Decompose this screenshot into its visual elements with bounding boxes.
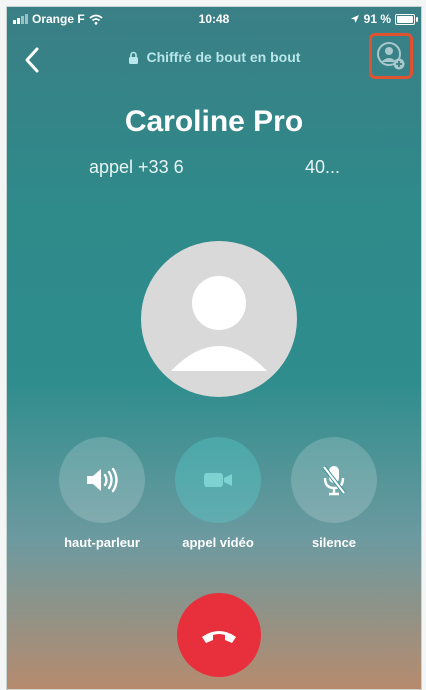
- battery-icon: [395, 13, 418, 25]
- person-placeholder-icon: [171, 276, 267, 371]
- mute-control: silence: [279, 437, 389, 550]
- call-number-prefix: appel +33 6: [89, 157, 184, 177]
- mute-button[interactable]: [291, 437, 377, 523]
- speaker-icon: [87, 467, 118, 493]
- video-control: appel vidéo: [163, 437, 273, 550]
- call-number-suffix: 40...: [305, 157, 341, 177]
- microphone-off-icon: [322, 465, 346, 496]
- call-controls: haut-parleur appel vidéo silence: [7, 437, 421, 557]
- battery-percent: 91 %: [363, 12, 391, 26]
- phone-hangup-icon: [202, 631, 236, 643]
- mute-label: silence: [311, 535, 357, 550]
- encryption-label: Chiffré de bout en bout: [7, 49, 421, 67]
- speaker-control: haut-parleur: [47, 437, 157, 550]
- call-screen: Orange F 10:48 91 % Chiffré de bout en b…: [6, 6, 422, 690]
- video-call-label: appel vidéo: [182, 535, 254, 550]
- add-person-icon: [377, 42, 405, 70]
- end-call-button[interactable]: [177, 593, 261, 677]
- location-arrow-icon: [350, 15, 359, 23]
- avatar: [141, 241, 297, 397]
- speaker-label: haut-parleur: [64, 535, 140, 550]
- status-bar: Orange F 10:48 91 %: [7, 7, 421, 31]
- speaker-button[interactable]: [59, 437, 145, 523]
- lock-icon: [128, 51, 139, 67]
- status-right: 91 %: [350, 12, 418, 26]
- contact-name: Caroline Pro: [124, 105, 304, 138]
- encryption-text: Chiffré de bout en bout: [146, 49, 301, 65]
- video-camera-icon: [204, 473, 232, 487]
- video-call-button[interactable]: [175, 437, 261, 523]
- add-participant-button[interactable]: [369, 33, 413, 79]
